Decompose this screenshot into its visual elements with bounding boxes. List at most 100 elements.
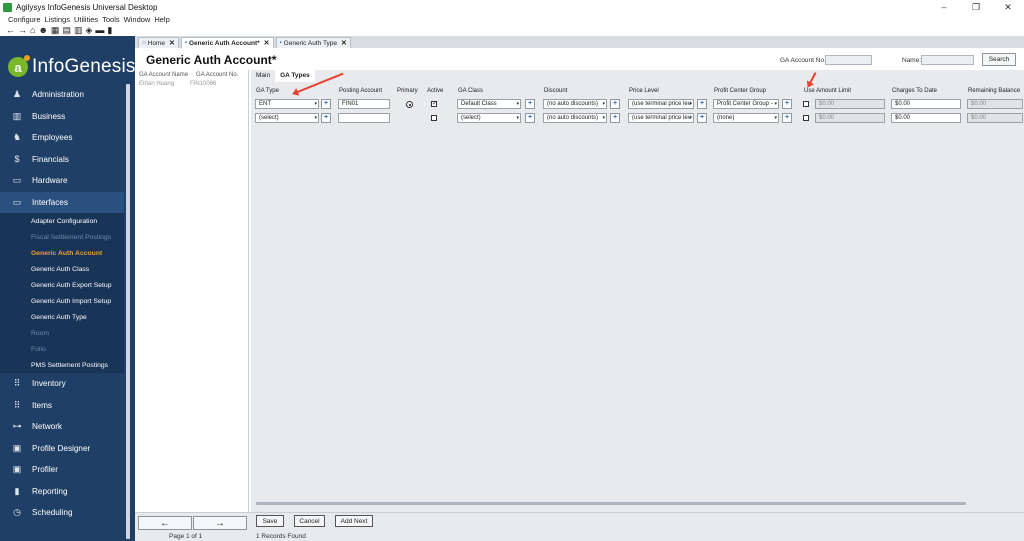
use-amount-limit-checkbox[interactable] <box>803 115 809 121</box>
grid-horizontal-scrollbar[interactable] <box>256 502 966 505</box>
sidebar-item-financials[interactable]: $ Financials <box>0 149 124 171</box>
sidebar-item-network[interactable]: ⊶ Network <box>0 416 124 438</box>
close-tab-icon[interactable]: ✕ <box>169 39 175 47</box>
sidebar-item-interfaces[interactable]: ▭ Interfaces <box>0 191 124 213</box>
submenu-item-pms-settlement-postings[interactable]: PMS Settlement Postings <box>0 357 124 373</box>
submenu-item-generic-auth-export-setup[interactable]: Generic Auth Export Setup <box>0 277 124 293</box>
tab-home[interactable]: ⌂ Home ✕ <box>138 37 179 48</box>
chevron-down-icon[interactable]: ▾ <box>516 114 519 122</box>
active-checkbox[interactable]: ✓ <box>431 101 437 107</box>
column-header[interactable]: GA Class <box>458 88 483 94</box>
ga-account-input[interactable] <box>825 55 872 65</box>
close-tab-icon[interactable]: ✕ <box>341 39 347 47</box>
close-tab-icon[interactable]: ✕ <box>264 39 270 47</box>
column-header[interactable]: GA Type <box>256 88 279 94</box>
table-icon[interactable]: ▥ <box>74 25 83 35</box>
profit-center-group-select[interactable]: Profit Center Group - ▾ <box>713 99 779 109</box>
restore-button[interactable]: ❐ <box>960 0 992 14</box>
use-amount-limit-checkbox[interactable] <box>803 101 809 107</box>
sidebar-item-hardware[interactable]: ▭ Hardware <box>0 170 124 192</box>
column-header[interactable]: Charges To Date <box>892 88 937 94</box>
menu-tools[interactable]: Tools <box>102 15 120 24</box>
add-next-button[interactable]: Add Next <box>335 515 373 527</box>
menu-utilities[interactable]: Utilities <box>74 15 98 24</box>
charges-to-date-input[interactable]: $0.00 <box>891 99 961 109</box>
previous-record-button[interactable]: ← <box>138 516 192 530</box>
column-header[interactable]: Price Level <box>629 88 659 94</box>
add-ga-class-icon[interactable]: + <box>525 113 535 123</box>
forward-icon[interactable]: → <box>18 25 27 35</box>
primary-radio[interactable] <box>406 101 413 108</box>
cancel-button[interactable]: Cancel <box>294 515 325 527</box>
subtab-ga-types[interactable]: GA Types <box>275 70 315 82</box>
sidebar-item-employees[interactable]: ♞ Employees <box>0 127 124 149</box>
ga-type-select[interactable]: (select) ▾ <box>255 113 319 123</box>
chevron-down-icon[interactable]: ▾ <box>602 114 605 122</box>
list-header-name[interactable]: GA Account Name <box>139 72 188 78</box>
discount-select[interactable]: (no auto discounts) ▾ <box>543 113 607 123</box>
list-item[interactable]: Ethan Huang FIN10086 <box>139 81 216 87</box>
sidebar-item-reporting[interactable]: ▮ Reporting <box>0 481 124 503</box>
sidebar-item-profile-designer[interactable]: ▣ Profile Designer <box>0 438 124 460</box>
sidebar-scrollbar[interactable] <box>126 84 130 539</box>
sidebar-item-scheduling[interactable]: ◷ Scheduling <box>0 502 124 524</box>
add-price-level-icon[interactable]: + <box>697 99 707 109</box>
submenu-item-generic-auth-type[interactable]: Generic Auth Type <box>0 309 124 325</box>
sidebar-item-inventory[interactable]: ⠿ Inventory <box>0 373 124 395</box>
column-header[interactable]: Profit Center Group <box>714 88 766 94</box>
charges-to-date-input[interactable]: $0.00 <box>891 113 961 123</box>
active-checkbox[interactable] <box>431 115 437 121</box>
chart-icon[interactable]: ▮ <box>107 25 112 35</box>
subtab-main[interactable]: Main <box>251 70 275 82</box>
add-ga-class-icon[interactable]: + <box>525 99 535 109</box>
submenu-item-fiscal-settlement-postings[interactable]: Fiscal Settlement Postings <box>0 229 124 245</box>
chevron-down-icon[interactable]: ▾ <box>314 114 317 122</box>
ga-type-select[interactable]: ENT ▾ <box>255 99 319 109</box>
column-header[interactable]: Posting Account <box>339 88 382 94</box>
submenu-item-folio[interactable]: Folio <box>0 341 124 357</box>
grid-icon[interactable]: ▦ <box>51 25 60 35</box>
sidebar-item-items[interactable]: ⠿ Items <box>0 395 124 417</box>
add-profit-center-group-icon[interactable]: + <box>782 113 792 123</box>
submenu-item-adapter-configuration[interactable]: Adapter Configuration <box>0 213 124 229</box>
posting-account-input[interactable]: FIN01 <box>338 99 390 109</box>
name-input[interactable] <box>921 55 974 65</box>
column-header[interactable]: Primary <box>397 88 418 94</box>
save-button[interactable]: Save <box>256 515 284 527</box>
submenu-item-generic-auth-account[interactable]: Generic Auth Account <box>0 245 124 261</box>
tab-generic-auth-account-[interactable]: ▪ Generic Auth Account* ✕ <box>180 37 274 48</box>
list-icon[interactable]: ▤ <box>62 25 71 35</box>
menu-window[interactable]: Window <box>124 15 151 24</box>
chevron-down-icon[interactable]: ▾ <box>774 114 777 122</box>
add-profit-center-group-icon[interactable]: + <box>782 99 792 109</box>
column-header[interactable]: Remaining Balance <box>968 88 1020 94</box>
menu-help[interactable]: Help <box>154 15 169 24</box>
chevron-down-icon[interactable]: ▾ <box>689 114 692 122</box>
close-button[interactable]: ✕ <box>992 0 1024 14</box>
chevron-down-icon[interactable]: ▾ <box>516 100 519 108</box>
menu-configure[interactable]: Configure <box>8 15 41 24</box>
add-ga-type-icon[interactable]: + <box>321 113 331 123</box>
sidebar-item-business[interactable]: ▥ Business <box>0 106 124 128</box>
next-record-button[interactable]: → <box>193 516 247 530</box>
back-icon[interactable]: ← <box>6 25 15 35</box>
bar-icon[interactable]: ▬ <box>95 25 104 35</box>
submenu-item-generic-auth-class[interactable]: Generic Auth Class <box>0 261 124 277</box>
add-price-level-icon[interactable]: + <box>697 113 707 123</box>
chevron-down-icon[interactable]: ▾ <box>689 100 692 108</box>
chevron-down-icon[interactable]: ▾ <box>314 100 317 108</box>
column-header[interactable]: Active <box>427 88 443 94</box>
discount-select[interactable]: (no auto discounts) ▾ <box>543 99 607 109</box>
sidebar-item-profiler[interactable]: ▣ Profiler <box>0 459 124 481</box>
sidebar-item-administration[interactable]: ♟ Administration <box>0 84 124 106</box>
list-header-number[interactable]: GA Account No. <box>196 72 238 78</box>
add-discount-icon[interactable]: + <box>610 113 620 123</box>
profit-center-group-select[interactable]: (none) ▾ <box>713 113 779 123</box>
tag-icon[interactable]: ◈ <box>85 25 92 35</box>
chevron-down-icon[interactable]: ▾ <box>774 100 777 108</box>
add-ga-type-icon[interactable]: + <box>321 99 331 109</box>
search-button[interactable]: Search <box>982 53 1016 66</box>
home-icon[interactable]: ⌂ <box>30 25 35 35</box>
ga-class-select[interactable]: Default Class ▾ <box>457 99 521 109</box>
chevron-down-icon[interactable]: ▾ <box>602 100 605 108</box>
